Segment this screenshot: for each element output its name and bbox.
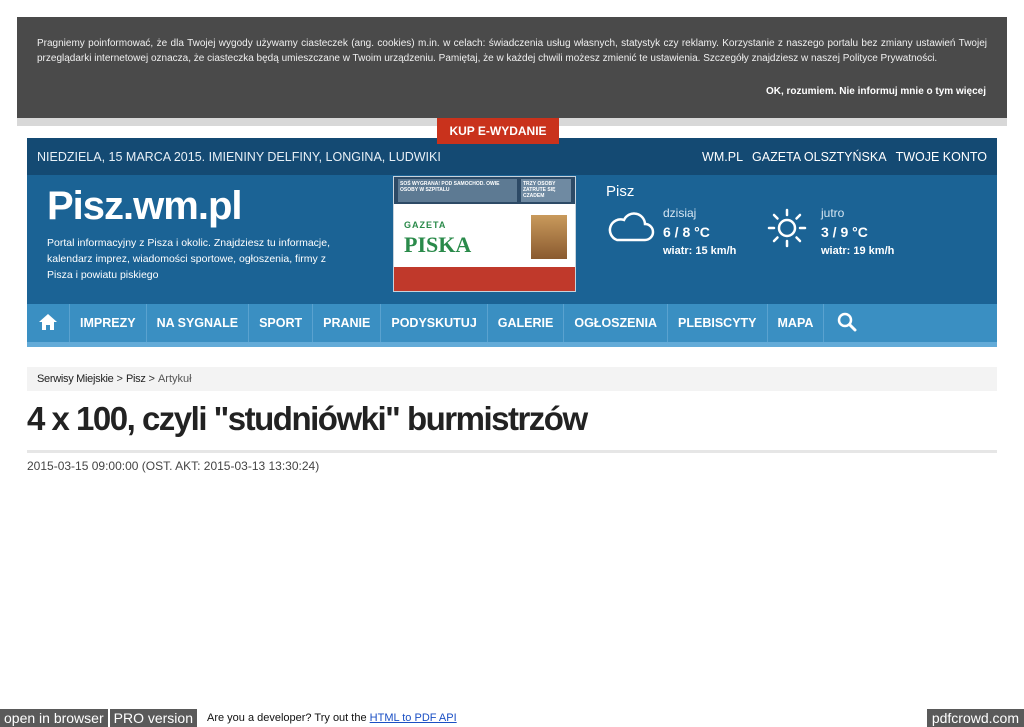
weather-today-temp: 6 / 8 °C <box>663 224 710 240</box>
breadcrumb-pisz[interactable]: Pisz <box>126 373 146 385</box>
article-title: 4 x 100, czyli "studniówki" burmistrzów <box>27 400 588 437</box>
pdfcrowd-brand-link[interactable]: pdfcrowd.com <box>926 709 1024 727</box>
breadcrumb-separator: > <box>148 373 155 385</box>
article-date: 2015-03-15 09:00:00 (OST. AKT: 2015-03-1… <box>27 459 320 473</box>
html-to-pdf-api-link[interactable]: HTML to PDF API <box>370 712 457 724</box>
buy-e-edition-button[interactable]: KUP E-WYDANIE <box>437 118 559 144</box>
pro-version-button[interactable]: PRO version <box>109 709 197 727</box>
cover-headline-right: TRZY OSOBY ZATRUTE SIĘ CZADEM <box>521 179 571 202</box>
date-names-text: NIEDZIELA, 15 MARCA 2015. IMIENINY DELFI… <box>37 149 441 164</box>
nav-item-plebiscyty[interactable]: PLEBISCYTY <box>668 304 768 342</box>
breadcrumb-serwisy-miejskie[interactable]: Serwisy Miejskie <box>37 373 114 385</box>
weather-today-label: dzisiaj <box>663 206 697 220</box>
site-description: Portal informacyjny z Pisza i okolic. Zn… <box>47 237 331 281</box>
cover-logo: GAZETA PISKA <box>404 215 472 257</box>
nav-item-podyskutuj[interactable]: PODYSKUTUJ <box>381 304 488 342</box>
search-button[interactable] <box>824 304 870 342</box>
title-divider <box>27 450 997 453</box>
breadcrumb: Serwisy Miejskie > Pisz > Artykuł <box>27 367 997 391</box>
pdfcrowd-bar: open in browser PRO version Are you a de… <box>0 709 1024 727</box>
weather-tomorrow: jutro 3 / 9 °C wiatr: 19 km/h <box>821 206 894 257</box>
cover-logo-bottom: PISKA <box>404 232 472 257</box>
nav-item-imprezy[interactable]: IMPREZY <box>70 304 147 342</box>
weather-today-wind: wiatr: 15 km/h <box>663 245 737 257</box>
home-icon <box>38 313 58 334</box>
nav-item-sport[interactable]: SPORT <box>249 304 314 342</box>
link-gazeta-olsztynska[interactable]: GAZETA OLSZTYŃSKA <box>752 150 887 164</box>
cover-photo <box>531 215 567 259</box>
link-wm-pl[interactable]: WM.PL <box>702 150 743 164</box>
top-links: WM.PL GAZETA OLSZTYŃSKA TWOJE KONTO <box>702 150 987 164</box>
search-icon <box>837 312 857 335</box>
cookie-accept-link[interactable]: OK, rozumiem. Nie informuj mnie o tym wi… <box>766 86 986 97</box>
nav-item-mapa[interactable]: MAPA <box>768 304 825 342</box>
main-nav: IMPREZY NA SYGNALE SPORT PRANIE PODYSKUT… <box>27 304 997 342</box>
cookie-text: Pragniemy poinformować, że dla Twojej wy… <box>37 38 987 64</box>
weather-today: dzisiaj 6 / 8 °C wiatr: 15 km/h <box>663 206 736 257</box>
cover-bottom-band <box>394 267 575 291</box>
site-header: NIEDZIELA, 15 MARCA 2015. IMIENINY DELFI… <box>27 138 997 304</box>
breadcrumb-separator: > <box>116 373 123 385</box>
weather-tomorrow-temp: 3 / 9 °C <box>821 224 868 240</box>
weather-city: Pisz <box>606 183 635 200</box>
weather-tomorrow-wind: wiatr: 19 km/h <box>821 245 895 257</box>
weather-tomorrow-label: jutro <box>821 206 845 220</box>
nav-underline <box>27 342 997 347</box>
nav-item-na-sygnale[interactable]: NA SYGNALE <box>147 304 250 342</box>
developer-prompt-text: Are you a developer? Try out the <box>206 712 367 724</box>
nav-item-galerie[interactable]: GALERIE <box>488 304 565 342</box>
nav-item-pranie[interactable]: PRANIE <box>313 304 382 342</box>
sun-icon <box>767 208 807 253</box>
site-logo-title[interactable]: Pisz.wm.pl <box>47 184 242 229</box>
cookie-banner: Pragniemy poinformować, że dla Twojej wy… <box>17 17 1007 118</box>
newspaper-cover[interactable]: SOŚ WYGRANA! POD SAMOCHOD. OWIE OSOBY W … <box>393 176 576 292</box>
cover-headlines: SOŚ WYGRANA! POD SAMOCHOD. OWIE OSOBY W … <box>394 177 575 204</box>
open-in-browser-button[interactable]: open in browser <box>0 709 108 727</box>
home-button[interactable] <box>27 304 70 342</box>
cloud-icon <box>605 210 655 249</box>
developer-prompt: Are you a developer? Try out the HTML to… <box>207 712 457 724</box>
nav-item-ogloszenia[interactable]: OGŁOSZENIA <box>564 304 669 342</box>
cover-headline-left: SOŚ WYGRANA! POD SAMOCHOD. OWIE OSOBY W … <box>398 179 517 202</box>
breadcrumb-current: Artykuł <box>157 373 192 385</box>
link-twoje-konto[interactable]: TWOJE KONTO <box>896 150 987 164</box>
